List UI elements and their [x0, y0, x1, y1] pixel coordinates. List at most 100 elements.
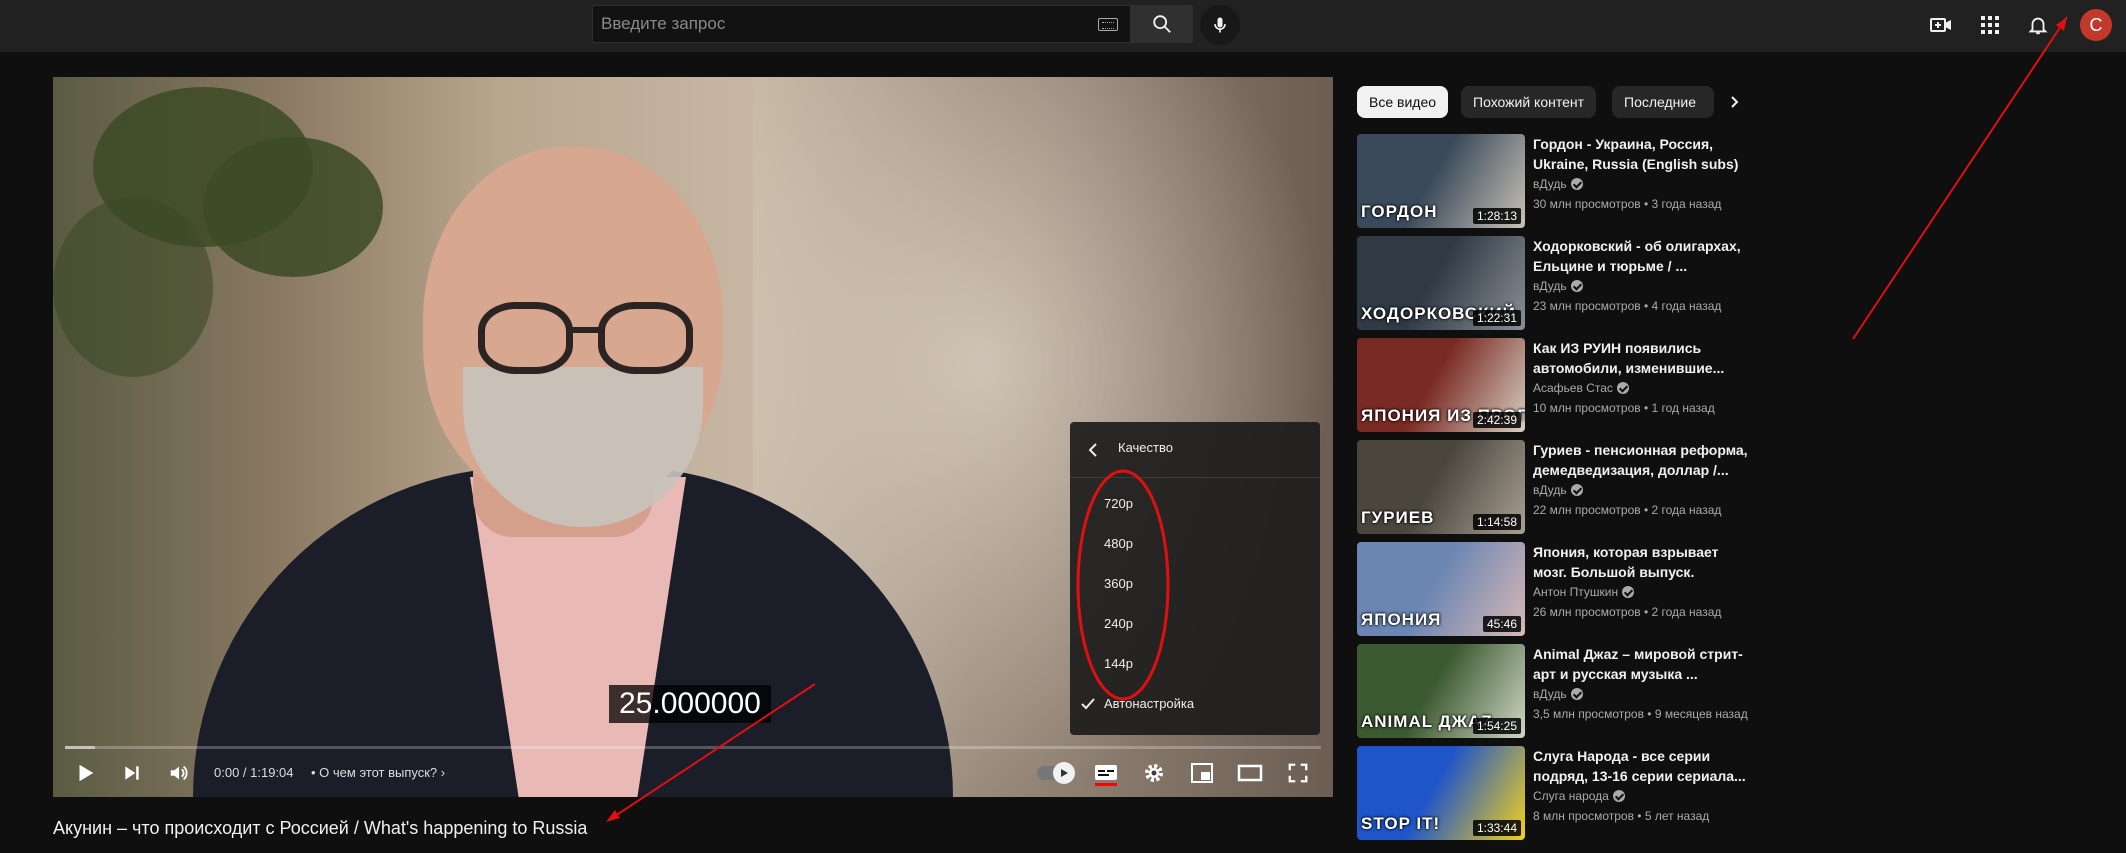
quality-menu-header[interactable]: Качество: [1070, 422, 1320, 478]
volume-icon: [170, 765, 188, 781]
recommendation-title[interactable]: Слуга Народа - все серии подряд, 13-16 с…: [1533, 746, 1753, 786]
recommendation-meta: 8 млн просмотров • 5 лет назад: [1533, 809, 1710, 823]
skip-next-icon: [125, 766, 139, 780]
quality-option-240p[interactable]: 240p: [1070, 604, 1320, 644]
verified-icon: [1616, 382, 1629, 394]
fullscreen-button[interactable]: [1280, 755, 1316, 791]
recommendation-title[interactable]: Как ИЗ РУИН появились автомобили, измени…: [1533, 338, 1753, 378]
keyboard-icon[interactable]: [1098, 18, 1118, 31]
create-button[interactable]: [1928, 12, 1954, 38]
quality-option-480p[interactable]: 480p: [1070, 524, 1320, 564]
thumbnail-caption: ГУРИЕВ: [1361, 508, 1435, 527]
chapter-title[interactable]: • О чем этот выпуск? ›: [311, 765, 445, 780]
autoplay-toggle[interactable]: [1037, 762, 1075, 784]
channel-name[interactable]: вДудь: [1533, 483, 1583, 497]
recommendation-title[interactable]: Animal Джаz – мировой стрит-арт и русска…: [1533, 644, 1753, 684]
play-icon: [79, 764, 94, 782]
recommendation-title[interactable]: Гордон - Украина, Россия, Ukraine, Russi…: [1533, 134, 1753, 174]
thumbnail[interactable]: ГУРИЕВ 1:14:58: [1357, 440, 1525, 534]
recommendation-title[interactable]: Япония, которая взрывает мозг. Большой в…: [1533, 542, 1753, 582]
video-player[interactable]: 25.000000 Качество 720p 480p 360p 240p 1…: [53, 77, 1333, 797]
quality-menu: Качество 720p 480p 360p 240p 144p Автона…: [1070, 422, 1320, 735]
subtitles-button[interactable]: [1088, 755, 1124, 791]
miniplayer-button[interactable]: [1184, 755, 1220, 791]
theater-mode-icon: [1237, 764, 1263, 782]
apps-grid-icon: [1981, 16, 1999, 34]
channel-name[interactable]: вДудь: [1533, 687, 1583, 701]
annotation-arrow-avatar: [1852, 16, 2068, 340]
quality-option-720p[interactable]: 720p: [1070, 484, 1320, 524]
checkmark-icon: [1081, 698, 1095, 710]
recommendation-item[interactable]: ANIMAL ДЖАZ 1:54:25 Animal Джаz – мирово…: [1357, 644, 1757, 740]
recommendation-meta: 3,5 млн просмотров • 9 месяцев назад: [1533, 707, 1748, 721]
quality-menu-title: Качество: [1118, 440, 1173, 455]
quality-option-360p[interactable]: 360p: [1070, 564, 1320, 604]
avatar[interactable]: C: [2080, 9, 2112, 41]
recommendation-item[interactable]: ХОДОРКОВСКИЙ 1:22:31 Ходорковский - об о…: [1357, 236, 1757, 332]
recommendation-item[interactable]: ЯПОНИЯ ИЗ ПРОПАСТИ К В 2:42:39 Как ИЗ РУ…: [1357, 338, 1757, 434]
channel-name[interactable]: Слуга народа: [1533, 789, 1625, 803]
duration-badge: 1:33:44: [1472, 820, 1521, 836]
quality-option-144p[interactable]: 144p: [1070, 644, 1320, 684]
channel-name[interactable]: Асафьев Стас: [1533, 381, 1629, 395]
recommendation-meta: 30 млн просмотров • 3 года назад: [1533, 197, 1722, 211]
apps-button[interactable]: [1977, 12, 2003, 38]
play-button[interactable]: [67, 755, 103, 791]
duration-badge: 1:28:13: [1472, 208, 1521, 224]
chip-all-videos[interactable]: Все видео: [1357, 86, 1449, 118]
video-title: Акунин – что происходит с Россией / What…: [53, 818, 588, 838]
time-display: 0:00 / 1:19:04: [214, 765, 294, 780]
recommendation-item[interactable]: ГУРИЕВ 1:14:58 Гуриев - пенсионная рефор…: [1357, 440, 1757, 536]
autoplay-play-icon: [1061, 769, 1068, 777]
chips-next-button[interactable]: [1720, 88, 1748, 116]
next-button[interactable]: [114, 755, 150, 791]
settings-button[interactable]: [1136, 755, 1172, 791]
recommendation-meta: 22 млн просмотров • 2 года назад: [1533, 503, 1722, 517]
thumbnail[interactable]: ГОРДОН 1:28:13: [1357, 134, 1525, 228]
mute-button[interactable]: [161, 755, 197, 791]
quality-option-auto[interactable]: Автонастройка: [1070, 684, 1320, 724]
recommendation-meta: 26 млн просмотров • 2 года назад: [1533, 605, 1722, 619]
duration-badge: 1:14:58: [1472, 514, 1521, 530]
create-video-icon: [1930, 18, 1951, 32]
player-controls: 0:00 / 1:19:04 • О чем этот выпуск? ›: [53, 749, 1333, 797]
duration-badge: 1:54:25: [1472, 718, 1521, 734]
recommendation-title[interactable]: Ходорковский - об олигархах, Ельцине и т…: [1533, 236, 1753, 276]
channel-name[interactable]: Антон Птушкин: [1533, 585, 1635, 599]
search-icon: [1153, 15, 1171, 33]
notifications-button[interactable]: [2025, 12, 2051, 38]
playback-rate-overlay: 25.000000: [609, 685, 771, 723]
verified-icon: [1570, 484, 1583, 496]
recommendation-item[interactable]: ГОРДОН 1:28:13 Гордон - Украина, Россия,…: [1357, 134, 1757, 230]
chip-related[interactable]: Похожий контент: [1461, 86, 1597, 118]
thumbnail[interactable]: ЯПОНИЯ 45:46: [1357, 542, 1525, 636]
thumbnail[interactable]: STOP IT! 1:33:44: [1357, 746, 1525, 840]
thumbnail[interactable]: ANIMAL ДЖАZ 1:54:25: [1357, 644, 1525, 738]
thumbnail[interactable]: ЯПОНИЯ ИЗ ПРОПАСТИ К В 2:42:39: [1357, 338, 1525, 432]
recommendation-meta: 10 млн просмотров • 1 год назад: [1533, 401, 1715, 415]
fullscreen-icon: [1288, 763, 1308, 783]
thumbnail-caption: ЯПОНИЯ: [1361, 610, 1442, 629]
theater-mode-button[interactable]: [1232, 755, 1268, 791]
verified-icon: [1570, 178, 1583, 190]
recommendation-item[interactable]: STOP IT! 1:33:44 Слуга Народа - все сери…: [1357, 746, 1757, 842]
duration-badge: 2:42:39: [1472, 412, 1521, 428]
mic-icon: [1214, 17, 1226, 33]
thumbnail-caption: STOP IT!: [1361, 814, 1441, 833]
channel-name[interactable]: вДудь: [1533, 177, 1583, 191]
channel-name[interactable]: вДудь: [1533, 279, 1583, 293]
search-button[interactable]: [1131, 5, 1193, 43]
miniplayer-icon: [1191, 763, 1213, 783]
search-box[interactable]: [592, 5, 1131, 43]
search-input[interactable]: [601, 6, 1081, 42]
duration-badge: 45:46: [1482, 616, 1521, 632]
back-chevron-icon[interactable]: [1084, 440, 1104, 460]
recommendation-title[interactable]: Гуриев - пенсионная реформа, демедведиза…: [1533, 440, 1753, 480]
verified-icon: [1622, 586, 1635, 598]
recommendation-item[interactable]: ЯПОНИЯ 45:46 Япония, которая взрывает мо…: [1357, 542, 1757, 638]
verified-icon: [1570, 688, 1583, 700]
voice-search-button[interactable]: [1200, 5, 1240, 45]
chip-recent[interactable]: Последние: [1612, 86, 1714, 118]
duration-badge: 1:22:31: [1472, 310, 1521, 326]
thumbnail[interactable]: ХОДОРКОВСКИЙ 1:22:31: [1357, 236, 1525, 330]
